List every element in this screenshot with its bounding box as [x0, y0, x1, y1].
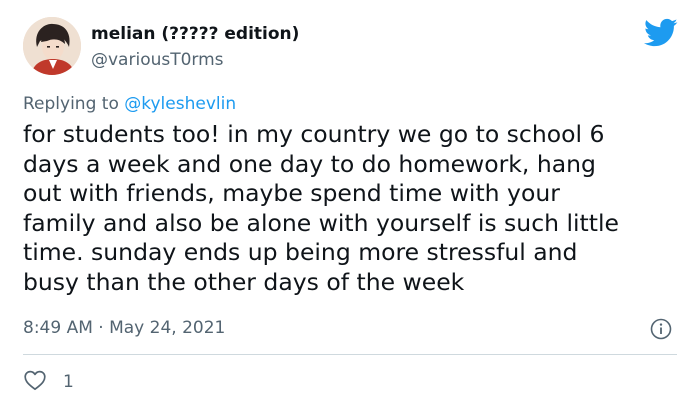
like-button[interactable]: 1 [23, 370, 74, 394]
timestamp-link[interactable]: 8:49 AM · May 24, 2021 [23, 316, 225, 340]
user-handle[interactable]: @variousT0rms [91, 49, 224, 71]
tweet-text-line: for students too! in my country we go to… [23, 120, 605, 148]
tweet-text-line: busy than the other days of the week [23, 267, 465, 296]
like-count: 1 [63, 372, 74, 392]
tweet-text-line: family and also be alone with yourself i… [23, 208, 619, 237]
display-name[interactable]: melian (????? edition) [91, 23, 299, 45]
avatar[interactable] [23, 17, 81, 75]
tweet-text-line: time. sunday ends up being more stressfu… [23, 238, 578, 266]
reply-context: Replying to @kyleshevlin [23, 92, 236, 116]
divider [23, 354, 677, 355]
reply-prefix: Replying to [23, 94, 125, 114]
tweet-text-line: days a week and one day to do homework, … [23, 149, 596, 178]
reply-mention-link[interactable]: @kyleshevlin [124, 94, 236, 114]
twitter-bird-icon[interactable] [644, 18, 678, 48]
heart-icon[interactable] [23, 369, 47, 395]
tweet-text-line: out with friends, maybe spend time with … [23, 179, 560, 207]
info-icon[interactable] [650, 318, 672, 340]
avatar-illustration [23, 17, 81, 75]
tweet-text: for students too! in my country we go to… [23, 120, 683, 297]
